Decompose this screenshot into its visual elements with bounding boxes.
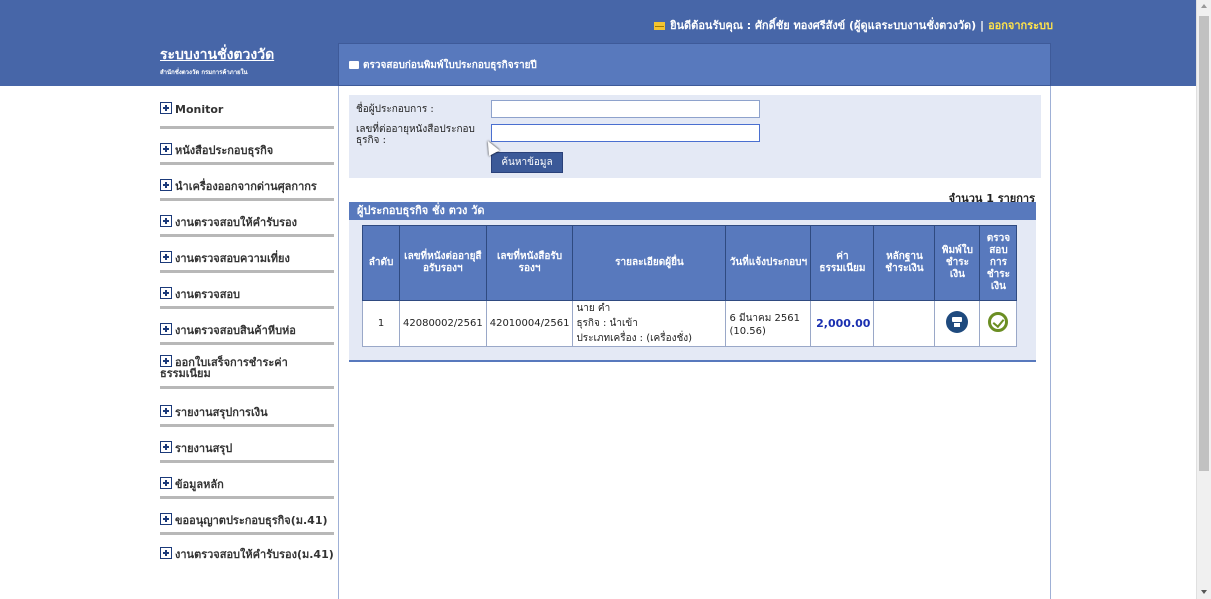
sidebar-item-report[interactable]: รายงานสรุป [160, 427, 334, 463]
detail-type: ประเภทเครื่อง : (เครื่องชั่ง) [576, 333, 693, 344]
col-renew-no: เลขที่หนังต่ออายุสือรับรองฯ [399, 225, 487, 301]
plus-box-icon [160, 143, 172, 155]
sidebar-item-customs[interactable]: นำเครื่องออกจากด่านศุลกากร [160, 165, 334, 201]
cell-fee: 2,000.00 [810, 300, 875, 347]
sidebar-item-accuracy[interactable]: งานตรวจสอบความเที่ยง [160, 237, 334, 273]
sidebar-item-monitor[interactable]: Monitor [160, 96, 334, 129]
license-number-input[interactable] [491, 124, 760, 142]
plus-box-icon [160, 513, 172, 525]
search-button[interactable]: ค้นหาข้อมูล [491, 152, 563, 173]
table-row: 1 42080002/2561 42010004/2561 นาย คำ ธุร… [362, 300, 1018, 347]
table-header-row: ลำดับ เลขที่หนังต่ออายุสือรับรองฯ เลขที่… [362, 225, 1018, 301]
plus-box-icon [160, 405, 172, 417]
cell-print [934, 300, 981, 347]
license-number-label: เลขที่ต่ออายุหนังสือประกอบธุรกิจ : [356, 124, 475, 146]
plus-box-icon [160, 441, 172, 453]
plus-box-icon [160, 251, 172, 263]
result-table: ลำดับ เลขที่หนังต่ออายุสือรับรองฯ เลขที่… [362, 225, 1018, 347]
plus-box-icon [160, 477, 172, 489]
sidebar-item-permit-m41[interactable]: ขออนุญาตประกอบธุรกิจ(ม.41) [160, 499, 334, 535]
col-cert-no: เลขที่หนังสือรับรองฯ [485, 225, 574, 301]
operator-name-input[interactable] [491, 100, 760, 118]
printer-icon[interactable] [946, 311, 969, 333]
col-evidence: หลักฐานชำระเงิน [873, 225, 936, 301]
check-circle-icon[interactable] [988, 312, 1009, 332]
sidebar-item-certification-m41[interactable]: งานตรวจสอบให้คำรับรอง(ม.41) [160, 535, 334, 579]
plus-box-icon [160, 179, 172, 191]
scroll-down-icon[interactable] [1201, 590, 1207, 594]
col-detail: รายละเอียดผู้ยื่น [572, 225, 727, 301]
sidebar-item-business-license[interactable]: หนังสือประกอบธุรกิจ [160, 129, 334, 165]
logout-link[interactable]: ออกจากระบบ [988, 19, 1053, 32]
plus-box-icon [160, 215, 172, 227]
operator-name-label: ชื่อผู้ประกอบการ : [356, 104, 434, 115]
scrollbar-thumb[interactable] [1199, 16, 1209, 471]
plus-box-icon [160, 547, 172, 559]
sidebar-item-finance-report[interactable]: รายงานสรุปการเงิน [160, 389, 334, 427]
result-title: ผู้ประกอบธุรกิจ ชั่ง ตวง วัด [349, 202, 1036, 220]
cell-date: 6 มีนาคม 2561 (10.56) [725, 300, 812, 347]
plus-box-icon [160, 287, 172, 299]
sidebar-item-inspection[interactable]: งานตรวจสอบ [160, 273, 334, 309]
cell-no: 1 [362, 300, 400, 347]
detail-name: นาย คำ [576, 303, 611, 314]
sidebar-item-receipt[interactable]: ออกใบเสร็จการชำระค่าธรรมเนียม [160, 345, 334, 389]
logo-subtitle: สำนักชั่งตวงวัด กรมการค้าภายใน [160, 69, 248, 76]
sidebar-item-package[interactable]: งานตรวจสอบสินค้าหีบห่อ [160, 309, 334, 345]
plus-box-icon [160, 323, 172, 335]
cell-check [979, 300, 1018, 347]
vertical-scrollbar[interactable] [1196, 0, 1211, 599]
mail-icon [654, 22, 666, 30]
cell-detail: นาย คำ ธุรกิจ : นำเข้า ประเภทเครื่อง : (… [572, 300, 727, 347]
cell-evidence [873, 300, 936, 347]
welcome-text: ยินดีต้อนรับคุณ : ศักดิ์ชัย ทองศรีสังข์ … [670, 19, 985, 32]
cell-cert-no: 42010004/2561 [485, 300, 574, 347]
app-logo[interactable]: ระบบงานชั่งตวงวัด สำนักชั่งตวงวัด กรมการ… [160, 44, 274, 77]
main-header: ตรวจสอบก่อนพิมพ์ใบประกอบธุรกิจรายปี [338, 43, 1051, 86]
plus-box-icon [160, 355, 172, 367]
welcome-bar: ยินดีต้อนรับคุณ : ศักดิ์ชัย ทองศรีสังข์ … [654, 16, 1053, 34]
col-no: ลำดับ [362, 225, 400, 301]
logo-title: ระบบงานชั่งตวงวัด [160, 47, 275, 63]
sidebar-item-master-data[interactable]: ข้อมูลหลัก [160, 463, 334, 499]
page-title: ตรวจสอบก่อนพิมพ์ใบประกอบธุรกิจรายปี [349, 58, 537, 73]
cell-renew-no: 42080002/2561 [399, 300, 487, 347]
sidebar-menu: Monitor หนังสือประกอบธุรกิจ นำเครื่องออก… [160, 96, 334, 579]
printer-icon [349, 61, 359, 69]
detail-business: ธุรกิจ : นำเข้า [576, 318, 638, 329]
col-date: วันที่แจ้งประกอบฯ [725, 225, 812, 301]
sidebar-item-certification[interactable]: งานตรวจสอบให้คำรับรอง [160, 201, 334, 237]
col-check: ตรวจสอบการชำระเงิน [979, 225, 1018, 301]
col-fee: ค่าธรรมเนียม [810, 225, 875, 301]
scroll-up-icon[interactable] [1201, 4, 1207, 8]
plus-box-icon [160, 102, 172, 114]
col-print: พิมพ์ใบชำระเงิน [934, 225, 981, 301]
